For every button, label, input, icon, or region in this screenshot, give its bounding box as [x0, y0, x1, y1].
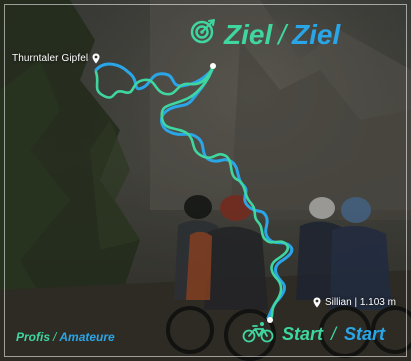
route-map: Ziel / Ziel Thurntaler Gipfel Sillian | …: [0, 0, 411, 361]
route-legend: Profis / Amateure: [16, 330, 115, 344]
bicycle-icon: [242, 321, 274, 348]
goal-separator: /: [278, 18, 287, 50]
goal-title: Ziel / Ziel: [190, 18, 340, 51]
legend-pro: Profis: [16, 330, 51, 344]
amateur-route: [94, 62, 294, 320]
summit-label-text: Thurntaler Gipfel: [12, 53, 89, 64]
start-label-amateur: Start: [344, 324, 386, 344]
legend-amateur: Amateure: [59, 330, 115, 344]
start-title: Start / Start: [242, 321, 385, 348]
start-location-text: Sillian | 1.103 m: [325, 297, 396, 308]
goal-label-amateur: Ziel: [292, 18, 341, 50]
pro-route: [94, 64, 290, 322]
target-icon: [190, 18, 216, 51]
map-pin-icon: [92, 53, 100, 64]
start-location-label: Sillian | 1.103 m: [309, 297, 396, 308]
summit-point: [210, 63, 216, 69]
goal-label-pro: Ziel: [224, 18, 273, 50]
start-label-pro: Start: [282, 324, 324, 344]
start-separator: /: [331, 324, 337, 344]
summit-label: Thurntaler Gipfel: [12, 53, 104, 64]
map-pin-icon: [313, 297, 321, 308]
legend-separator: /: [53, 330, 57, 344]
